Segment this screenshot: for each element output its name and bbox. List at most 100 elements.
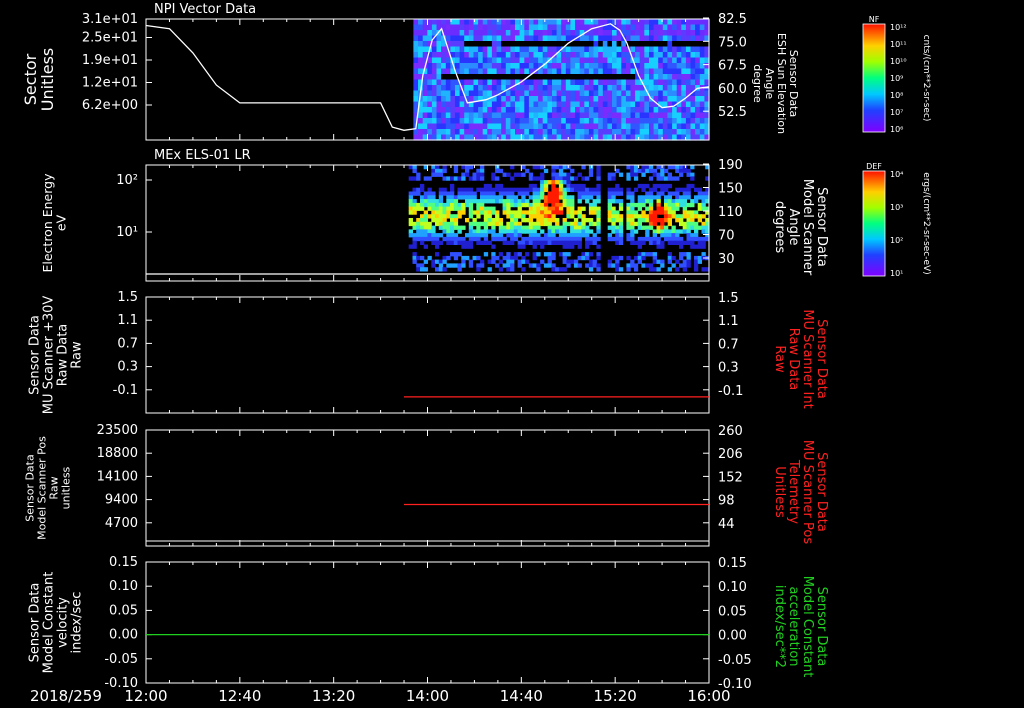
els-cell [450,187,455,192]
npi-cell [482,35,488,42]
npi-cell [699,30,705,37]
npi-cell [649,74,655,81]
els-cell [648,202,654,208]
npi-cell [436,123,442,130]
npi-cell [612,123,618,130]
els-cell [412,176,417,181]
els-cell [671,210,676,215]
npi-cell [579,112,585,119]
npi-cell [561,79,567,86]
npi-cell [575,123,581,130]
els-cell [476,236,481,242]
date-label: 2018/259 [30,687,102,705]
npi-cell [579,52,585,59]
npi-cell [621,112,627,119]
npi-cell [455,30,461,37]
y-axis-label-line: Model Scanner [800,179,815,276]
els-cell [618,206,624,211]
els-cell [577,199,582,204]
els-cell [446,202,451,208]
els-cell [450,236,455,242]
els-cell [551,255,556,261]
els-cell [521,191,526,196]
els-cell [427,236,432,242]
npi-cell [487,118,493,125]
npi-cell [662,19,668,26]
npi-cell [473,35,479,42]
npi-cell [584,63,590,70]
els-cell [682,259,687,264]
npi-cell [487,24,493,31]
els-cell [528,233,534,238]
npi-cell [630,85,636,92]
npi-cell [681,24,687,31]
npi-cell [685,24,692,31]
els-cell [427,229,432,234]
els-cell [607,210,612,215]
els-cell [570,236,575,242]
npi-cell [653,52,659,59]
npi-cell [515,129,521,136]
els-cell [412,244,417,249]
els-cell [656,191,661,196]
y-tick-label-left: 4700 [105,516,138,531]
els-cell [607,259,612,264]
npi-cell [501,129,507,136]
els-cell [637,240,642,245]
npi-cell [478,90,484,97]
els-cell [686,255,691,261]
els-cell [480,240,485,245]
npi-cell [542,79,548,86]
npi-cell [524,96,530,103]
npi-cell [616,68,622,75]
els-cell [592,206,597,211]
npi-cell [588,52,595,59]
npi-cell [547,35,553,42]
els-cell [562,267,567,272]
els-cell [521,202,526,208]
npi-cell [547,74,553,81]
els-cell [607,195,612,200]
npi-cell [565,118,571,125]
npi-cell [690,35,696,42]
npi-cell [681,129,687,136]
npi-cell [538,129,544,136]
els-cell [442,236,447,242]
els-cell [532,252,537,257]
els-cell [585,191,590,196]
els-cell [675,199,680,204]
npi-cell [427,63,433,70]
y-axis-label-line: Raw Data [56,324,71,387]
npi-cell [676,90,682,97]
npi-cell [450,101,456,108]
npi-cell [431,85,438,92]
els-cell [506,214,511,219]
npi-cell [487,35,493,42]
y-tick-label-right: 98 [718,494,735,509]
npi-cell [436,101,442,108]
els-cell [517,187,522,192]
npi-cell [584,41,590,48]
els-cell [513,221,519,227]
els-cell [480,263,485,268]
npi-cell [681,63,687,70]
els-cell [585,195,590,200]
els-cell [577,206,582,211]
els-cell [453,165,459,170]
y-tick-label-left: 1.9e+01 [82,53,138,68]
els-cell [442,225,447,230]
els-cell [562,221,567,227]
npi-cell [612,96,618,103]
els-cell [543,221,549,227]
els-cell [487,210,492,215]
els-cell [431,202,436,208]
els-cell [641,252,646,257]
els-cell [679,263,684,268]
npi-cell [468,74,474,81]
els-cell [521,165,526,170]
npi-cell [459,118,465,125]
els-cell [442,229,447,234]
els-cell [412,168,417,174]
npi-cell [418,118,424,125]
npi-cell [662,74,668,81]
